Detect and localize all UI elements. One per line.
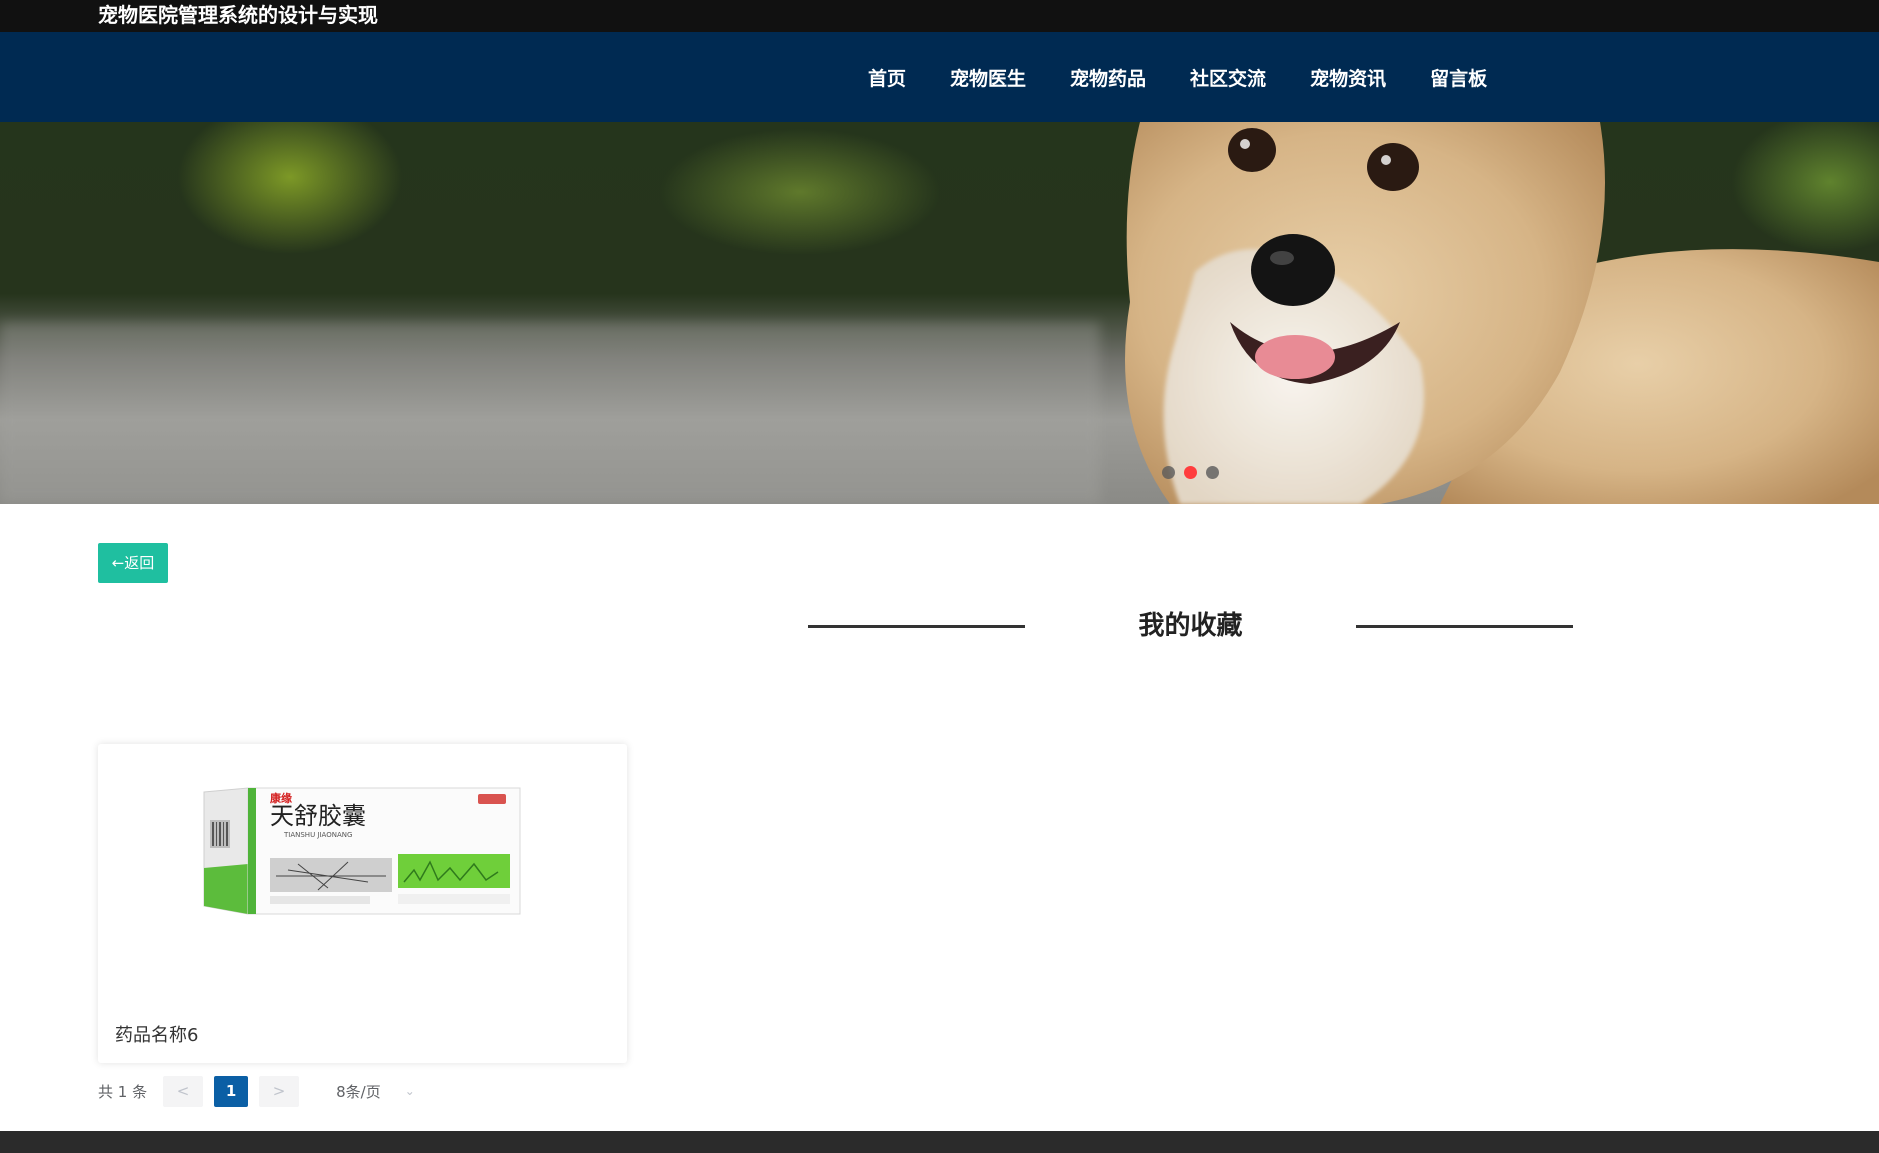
chevron-down-icon: ⌄ xyxy=(404,1084,415,1098)
next-page-button[interactable]: > xyxy=(259,1075,300,1107)
nav-item-home[interactable]: 首页 xyxy=(868,64,906,91)
carousel-dot-1[interactable] xyxy=(1162,466,1175,479)
heading-rule-left xyxy=(808,625,1025,628)
heading-rule-right xyxy=(1356,625,1573,628)
site-title: 宠物医院管理系统的设计与实现 xyxy=(98,3,378,27)
box-name-cn: 天舒胶囊 xyxy=(270,802,366,830)
nav-item-message-board[interactable]: 留言板 xyxy=(1430,64,1487,91)
pagination: 共 1 条 < 1 > 8条/页 ⌄ xyxy=(98,1075,415,1107)
nav-item-pet-medicine[interactable]: 宠物药品 xyxy=(1070,64,1146,91)
nav-item-pet-news[interactable]: 宠物资讯 xyxy=(1310,64,1386,91)
carousel-dot-2[interactable] xyxy=(1184,466,1197,479)
page-number-1[interactable]: 1 xyxy=(214,1075,249,1107)
back-button[interactable]: ←返回 xyxy=(98,543,168,583)
prev-page-button[interactable]: < xyxy=(163,1075,204,1107)
page-title: 我的收藏 xyxy=(1138,611,1243,641)
nav-item-community[interactable]: 社区交流 xyxy=(1190,64,1266,91)
nav-item-pet-doctors[interactable]: 宠物医生 xyxy=(950,64,1026,91)
carousel-indicators xyxy=(1162,466,1219,479)
carousel-dot-3[interactable] xyxy=(1206,466,1219,479)
main-navbar: 首页 宠物医生 宠物药品 社区交流 宠物资讯 留言板 xyxy=(0,32,1879,122)
footer xyxy=(0,1131,1879,1153)
page-size-select[interactable]: 8条/页 ⌄ xyxy=(336,1076,415,1107)
medicine-box-image: 康缘 天舒胶囊 TIANSHU JIAONANG xyxy=(203,787,521,915)
box-name-pinyin: TIANSHU JIAONANG xyxy=(283,831,352,839)
favorite-item-card[interactable]: 康缘 天舒胶囊 TIANSHU JIAONANG 药品名称6 xyxy=(98,744,627,1063)
hero-carousel[interactable] xyxy=(0,122,1879,504)
top-bar: 宠物医院管理系统的设计与实现 xyxy=(0,0,1879,32)
dog-photo xyxy=(0,122,1879,504)
favorite-item-name: 药品名称6 xyxy=(115,1025,199,1046)
page-size-label: 8条/页 xyxy=(336,1082,381,1101)
section-heading: 我的收藏 xyxy=(808,604,1573,648)
nav-menu: 首页 宠物医生 宠物药品 社区交流 宠物资讯 留言板 xyxy=(868,32,1531,122)
pagination-total: 共 1 条 xyxy=(98,1082,148,1101)
